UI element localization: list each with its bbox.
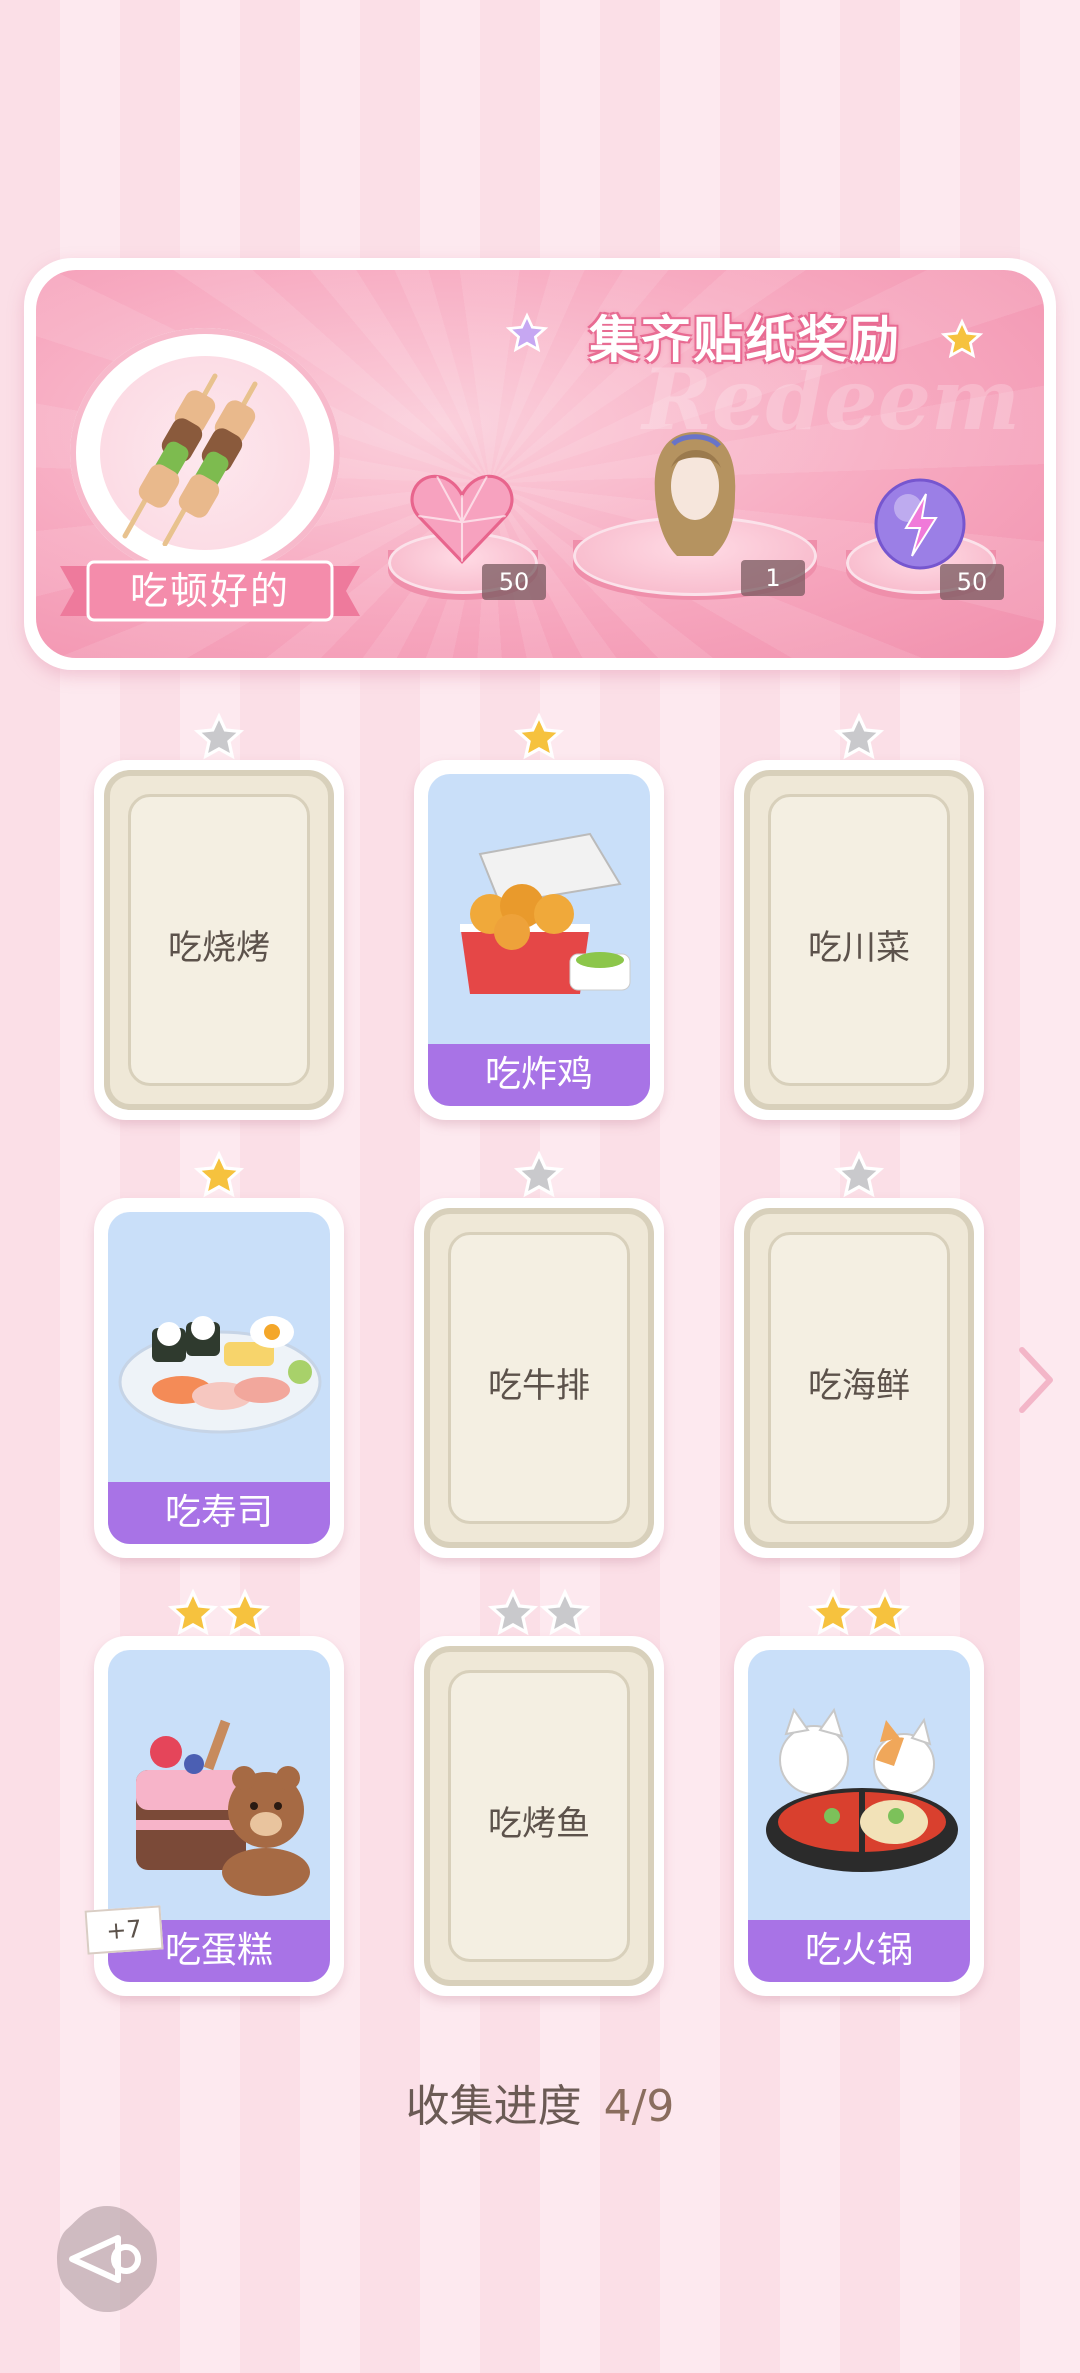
sticker-card-steak[interactable]: 吃牛排	[414, 1150, 664, 1558]
gold-star-icon	[940, 318, 984, 359]
reward-item-gem[interactable]: 50	[388, 474, 546, 620]
sushi-plate-image	[118, 1316, 322, 1434]
sticker-card-seafood[interactable]: 吃海鲜	[734, 1150, 984, 1558]
card-label: 吃寿司	[108, 1482, 330, 1544]
sticker-card-grilled-fish[interactable]: 吃烤鱼	[414, 1588, 664, 1996]
gold-star-icon	[513, 712, 565, 760]
reward-item-orb[interactable]: 50	[846, 478, 1004, 620]
back-button[interactable]	[48, 2200, 166, 2318]
gold-star-icon	[193, 1150, 245, 1198]
lightning-orb-icon	[874, 478, 966, 570]
grey-star-icon	[513, 1150, 565, 1198]
skewer-icon	[122, 373, 258, 546]
extra-count-tag: +7	[84, 1905, 164, 1955]
reward-count: 1	[741, 560, 805, 596]
progress-value: 4/9	[603, 2081, 675, 2132]
theme-label: 吃顿好的	[129, 569, 290, 613]
grey-star-icon	[833, 1150, 885, 1198]
reward-item-hairstyle[interactable]: 1	[573, 430, 817, 630]
card-label: 吃海鲜	[808, 1366, 910, 1406]
card-label: 吃烧烤	[168, 928, 270, 968]
next-page-arrow-icon[interactable]	[1010, 1340, 1060, 1420]
gold-star-icon	[219, 1588, 271, 1636]
gold-star-icon	[859, 1588, 911, 1636]
card-label: 吃火锅	[748, 1920, 970, 1982]
grey-star-icon	[487, 1588, 539, 1636]
fried-chicken-nuggets-image	[460, 832, 631, 994]
sticker-card-sichuan[interactable]: 吃川菜	[734, 712, 984, 1120]
card-label: 吃炸鸡	[428, 1044, 650, 1106]
card-art: 吃炸鸡	[428, 774, 650, 1106]
sticker-card-sushi[interactable]: 吃寿司	[94, 1150, 344, 1558]
reward-count: 50	[940, 564, 1004, 600]
reward-title: 集齐贴纸奖励	[589, 311, 901, 369]
progress-label: 收集进度	[405, 2081, 582, 2132]
card-label: 吃烤鱼	[488, 1804, 590, 1844]
hairstyle-icon	[654, 432, 736, 556]
cake-with-bear-image	[136, 1719, 310, 1896]
card-art: 吃火锅	[748, 1650, 970, 1982]
grey-star-icon	[833, 712, 885, 760]
gold-star-icon	[167, 1588, 219, 1636]
sticker-card-fried-chicken[interactable]: 吃炸鸡	[414, 712, 664, 1120]
collection-progress: 收集进度 4/9	[0, 2070, 1080, 2134]
reward-count: 50	[482, 564, 546, 600]
sticker-card-cake[interactable]: 吃蛋糕 +7	[84, 1588, 344, 1996]
sticker-card-bbq[interactable]: 吃烧烤	[94, 712, 344, 1120]
card-label: 吃牛排	[488, 1366, 590, 1406]
gold-star-icon	[807, 1588, 859, 1636]
grey-star-icon	[193, 712, 245, 760]
cats-hotpot-image	[766, 1707, 958, 1872]
card-art: 吃寿司	[108, 1212, 330, 1544]
grey-star-icon	[539, 1588, 591, 1636]
card-label: 吃川菜	[808, 928, 910, 968]
purple-star-icon	[505, 312, 549, 353]
pink-heart-gem-icon	[410, 474, 514, 564]
theme-plate	[70, 328, 340, 578]
sticker-card-hotpot[interactable]: 吃火锅	[734, 1588, 984, 1996]
